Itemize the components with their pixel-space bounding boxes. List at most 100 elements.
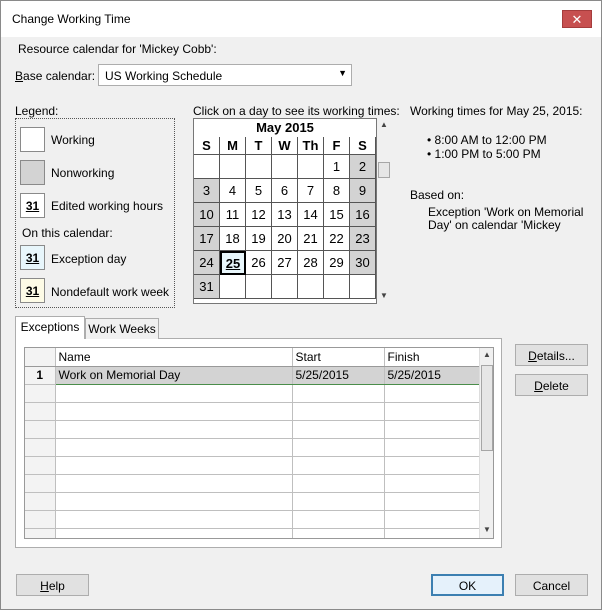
table-row[interactable] (25, 402, 480, 421)
title-bar: Change Working Time ✕ (1, 1, 601, 37)
calendar-day[interactable]: 5 (246, 179, 272, 203)
calendar-day[interactable]: 12 (246, 203, 272, 227)
calendar-month-title: May 2015 (256, 120, 314, 135)
table-row[interactable] (25, 510, 480, 529)
calendar-empty-cell (220, 155, 246, 179)
calendar-scrollbar[interactable]: ▲ ▼ (377, 118, 391, 304)
calendar-day[interactable]: 15 (324, 203, 350, 227)
calendar-empty-cell (246, 155, 272, 179)
table-row[interactable]: 1 Work on Memorial Day 5/25/2015 5/25/20… (25, 365, 480, 385)
calendar-day[interactable]: 8 (324, 179, 350, 203)
nonworking-swatch-icon (20, 160, 45, 185)
based-on-label: Based on: (410, 188, 465, 202)
calendar-day[interactable]: 29 (324, 251, 350, 275)
calendar-day[interactable]: 25 (220, 251, 246, 275)
calendar-day[interactable]: 16 (350, 203, 376, 227)
working-time-1: • 8:00 AM to 12:00 PM (427, 133, 547, 147)
close-button[interactable]: ✕ (562, 10, 592, 28)
calendar-day[interactable]: 30 (350, 251, 376, 275)
month-calendar: May 2015 S M T W Th F S 1 2 3 4 5 6 7 8 9 10 11 12 13 14 15 16… (193, 118, 377, 304)
edited-hours-swatch-icon: 31 (20, 193, 45, 218)
calendar-day[interactable]: 2 (350, 155, 376, 179)
legend-nonworking: Nonworking (51, 166, 115, 180)
calendar-day[interactable]: 13 (272, 203, 298, 227)
table-row[interactable] (25, 456, 480, 475)
scroll-down-icon[interactable]: ▼ (380, 291, 388, 300)
calendar-day[interactable]: 1 (324, 155, 350, 179)
resource-calendar-label: Resource calendar for 'Mickey Cobb': (18, 42, 217, 56)
calendar-day[interactable]: 21 (298, 227, 324, 251)
day-header: F (324, 137, 350, 155)
calendar-day[interactable]: 31 (194, 275, 220, 299)
calendar-day[interactable]: 20 (272, 227, 298, 251)
day-header: Th (298, 137, 324, 155)
calendar-day[interactable]: 3 (194, 179, 220, 203)
cell-finish[interactable]: 5/25/2015 (384, 365, 480, 385)
calendar-day[interactable]: 18 (220, 227, 246, 251)
delete-button[interactable]: Delete (515, 374, 588, 396)
cancel-button[interactable]: Cancel (515, 574, 588, 596)
legend-on-this-calendar: On this calendar: (22, 226, 113, 240)
calendar-day[interactable]: 19 (246, 227, 272, 251)
change-working-time-dialog: Change Working Time ✕ Resource calendar … (0, 0, 602, 610)
calendar-day[interactable]: 10 (194, 203, 220, 227)
legend-working: Working (51, 133, 95, 147)
tab-exceptions[interactable]: Exceptions (15, 316, 85, 339)
day-header: T (246, 137, 272, 155)
table-row[interactable] (25, 474, 480, 493)
calendar-empty-cell (324, 275, 350, 299)
tab-work-weeks[interactable]: Work Weeks (85, 318, 159, 339)
base-calendar-value: US Working Schedule (105, 69, 223, 83)
calendar-empty-cell (194, 155, 220, 179)
base-calendar-select[interactable]: US Working Schedule ▼ (98, 64, 352, 86)
legend-title: Legend: (15, 104, 59, 118)
calendar-day[interactable]: 26 (246, 251, 272, 275)
exceptions-table: Name Start Finish 1 Work on Memorial Day… (24, 347, 494, 539)
table-row[interactable] (25, 438, 480, 457)
calendar-day[interactable]: 28 (298, 251, 324, 275)
calendar-day[interactable]: 7 (298, 179, 324, 203)
day-header: W (272, 137, 298, 155)
row-number[interactable]: 1 (25, 366, 56, 385)
ok-button[interactable]: OK (431, 574, 504, 596)
table-row[interactable] (25, 384, 480, 403)
calendar-day[interactable]: 23 (350, 227, 376, 251)
calendar-day[interactable]: 24 (194, 251, 220, 275)
calendar-empty-cell (272, 155, 298, 179)
column-header-start[interactable]: Start (292, 348, 385, 367)
working-times-title: Working times for May 25, 2015: (410, 104, 583, 118)
nondefault-week-swatch-icon: 31 (20, 278, 45, 303)
calendar-day[interactable]: 4 (220, 179, 246, 203)
calendar-day[interactable]: 27 (272, 251, 298, 275)
calendar-empty-cell (220, 275, 246, 299)
column-header-finish[interactable]: Finish (384, 348, 480, 367)
legend-exception-day: Exception day (51, 252, 127, 266)
calendar-empty-cell (272, 275, 298, 299)
scroll-up-icon[interactable]: ▲ (380, 120, 388, 129)
table-scrollbar[interactable]: ▲ ▼ (479, 348, 493, 538)
calendar-day[interactable]: 9 (350, 179, 376, 203)
scroll-down-icon[interactable]: ▼ (483, 525, 491, 534)
cell-name[interactable]: Work on Memorial Day (55, 365, 293, 385)
calendar-day[interactable]: 14 (298, 203, 324, 227)
calendar-empty-cell (298, 155, 324, 179)
cell-start[interactable]: 5/25/2015 (292, 365, 385, 385)
calendar-day[interactable]: 22 (324, 227, 350, 251)
day-header: M (220, 137, 246, 155)
calendar-day[interactable]: 11 (220, 203, 246, 227)
details-button[interactable]: Details... (515, 344, 588, 366)
calendar-scroll-thumb[interactable] (378, 162, 390, 178)
calendar-empty-cell (350, 275, 376, 299)
scroll-up-icon[interactable]: ▲ (483, 350, 491, 359)
table-row[interactable] (25, 492, 480, 511)
calendar-grid: S M T W Th F S 1 2 3 4 5 6 7 8 9 10 11 12 13 14 15 16 17 18 19 20 2… (194, 137, 376, 299)
chevron-down-icon: ▼ (338, 68, 347, 78)
calendar-day[interactable]: 6 (272, 179, 298, 203)
column-header-name[interactable]: Name (55, 348, 293, 367)
help-button[interactable]: Help (16, 574, 89, 596)
legend-edited-hours: Edited working hours (51, 199, 164, 213)
table-row[interactable] (25, 528, 480, 538)
calendar-day[interactable]: 17 (194, 227, 220, 251)
table-row[interactable] (25, 420, 480, 439)
table-scroll-thumb[interactable] (481, 365, 493, 451)
